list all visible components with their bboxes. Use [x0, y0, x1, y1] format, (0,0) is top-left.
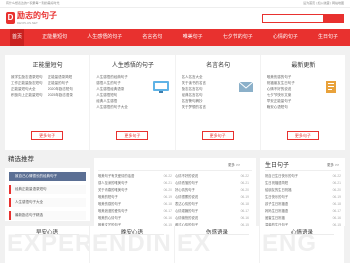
more-link[interactable]: 更多 >>: [327, 163, 339, 168]
logo-text[interactable]: 励志的句子: [17, 12, 57, 20]
card-latest: 最新更新 唯美伤感的句子 祝福朋友生日句子 心情不好的说说 七夕节快乐文案 早安…: [261, 55, 345, 150]
nav-item-quotes[interactable]: 名言名句: [140, 29, 164, 46]
birthday-link[interactable]: 闺蜜生日祝福 06-16: [265, 215, 341, 222]
divider: [185, 234, 249, 235]
card-life: 人生感悟的句子 人生感悟的经典句子 感悟人生的句子 人生感悟经典语录 人生感悟短…: [90, 55, 176, 150]
article-link[interactable]: 唯美的心情句子 06-16: [98, 215, 172, 222]
category-tile-sad[interactable]: EX 伤感语录: [175, 226, 260, 263]
category-tile-morning[interactable]: EXPERI 早安心语: [5, 226, 90, 263]
envelope-icon: [237, 80, 255, 94]
panel-header: 更多 >>: [98, 162, 252, 171]
birthday-link[interactable]: 生日祝福语简短 06-21: [265, 180, 341, 187]
article-link[interactable]: 表达心情的句子 06-18: [175, 201, 249, 208]
more-button[interactable]: 更多句子: [201, 131, 234, 140]
topbar-right-links[interactable]: 设为首页 | 加入收藏 | 网站地图: [303, 1, 344, 5]
card-title[interactable]: 人生感悟的句子: [96, 62, 169, 70]
logo-subtitle: DEVPLUS.NET: [17, 21, 38, 25]
card-link-list: 人生感悟的经典句子 感悟人生的句子 人生感悟经典语录 人生感悟短句 经典人生感悟…: [96, 74, 149, 110]
more-link[interactable]: 更多 >>: [228, 163, 240, 168]
article-link[interactable]: 心情很累的说说 06-19: [175, 194, 249, 201]
logo-icon[interactable]: D: [6, 12, 15, 24]
more-button[interactable]: 更多句子: [116, 131, 149, 140]
nav-item-home[interactable]: 首页: [10, 29, 25, 46]
recommend-item[interactable]: 经典正能量语录短句: [9, 185, 86, 194]
topbar-left-text: 有什么想表达的? 积累每一刻的美好时光: [6, 1, 60, 5]
card-link-list: 名人名言大全 关于读书的名言 励志名言名句 经典名言名句 名言警句摘抄 关于梦想…: [182, 74, 235, 110]
search-input[interactable]: [262, 14, 324, 23]
birthday-title[interactable]: 生日句子: [265, 160, 289, 169]
card-link[interactable]: 晚安心语短句: [267, 104, 320, 110]
birthday-link[interactable]: 生日快乐的句子 06-19: [265, 194, 341, 201]
card-title[interactable]: 名言名句: [182, 62, 255, 70]
article-link[interactable]: 唯美句子有关爱情的话语 06-22: [98, 173, 172, 180]
nav-item-beautiful[interactable]: 唯美句子: [181, 29, 205, 46]
card-title[interactable]: 正能量短句: [11, 62, 84, 70]
recommend-title: 精选推荐: [8, 156, 34, 163]
nav-item-mood[interactable]: 心情的句子: [271, 29, 300, 46]
recommend-item[interactable]: 人生感悟句子大全: [9, 198, 86, 207]
article-link[interactable]: 心情烦躁的句子 06-17: [175, 208, 249, 215]
article-column-right: 心情不好的说说 06-22 心情低落的句子 06-21 好心情的句子 06-20 心情…: [175, 173, 252, 229]
panel-header: 生日句子 更多 >>: [265, 162, 341, 171]
article-link[interactable]: 好心情的句子 06-20: [175, 187, 249, 194]
card-positive: 正能量短句 致学生励志语录短句 正能量语录简短 工作正能量励志短句 正能量的句子…: [5, 55, 91, 150]
category-tile-night[interactable]: ENDIN 晚安心语: [90, 226, 175, 263]
document-icon: [322, 80, 340, 94]
card-link[interactable]: 积极向上正能量短句: [11, 92, 48, 98]
recommend-item[interactable]: 最新励志句子精选: [9, 211, 86, 220]
birthday-link[interactable]: 孩子生日祝福语 06-18: [265, 201, 341, 208]
divider: [270, 234, 334, 235]
article-link[interactable]: 心情愉快的说说 06-16: [175, 215, 249, 222]
category-cards: 正能量短句 致学生励志语录短句 正能量语录简短 工作正能量励志短句 正能量的句子…: [5, 55, 345, 150]
recommend-list: 致自己心情很长的经典句子 经典正能量语录短句 人生感悟句子大全 最新励志句子精选: [5, 168, 90, 221]
article-list-panel: 更多 >> 唯美句子有关爱情的话语 06-22 感人至深的唯美句子 06-21 关于…: [94, 158, 256, 229]
article-link[interactable]: 唯美浪漫的爱情句子 06-17: [98, 208, 172, 215]
more-button[interactable]: 更多句子: [286, 131, 319, 140]
article-link[interactable]: 心情不好的说说 06-22: [175, 173, 249, 180]
category-tile-mood[interactable]: ENG 心情语录: [260, 226, 345, 263]
divider: [15, 234, 79, 235]
more-button[interactable]: 更多句子: [31, 131, 64, 140]
search-button[interactable]: [324, 14, 344, 23]
card-link[interactable]: 关于梦想的名言: [182, 104, 235, 110]
birthday-link[interactable]: 妈妈生日祝福语 06-17: [265, 208, 341, 215]
header: D 励志的句子 DEVPLUS.NET: [0, 8, 350, 29]
birthday-panel: 生日句子 更多 >> 祝自己生日快乐的句子 06-22 生日祝福语简短 06-21 …: [260, 158, 345, 227]
nav-item-positive[interactable]: 正能量短句: [40, 29, 69, 46]
nav-item-life[interactable]: 人生感悟的句子: [85, 29, 124, 46]
monitor-icon: [152, 80, 170, 94]
divider: [100, 234, 164, 235]
card-quotes: 名言名句 名人名言大全 关于读书的名言 励志名言名句 经典名言名句 名言警句摘抄…: [176, 55, 261, 150]
article-link[interactable]: 关于青春的唯美句子 06-20: [98, 187, 172, 194]
bottom-categories: EXPERI 早安心语 ENDIN 晚安心语 EX 伤感语录 ENG 心情语录: [5, 226, 345, 263]
article-link[interactable]: 唯美的短句子 06-19: [98, 194, 172, 201]
article-link[interactable]: 感人至深的唯美句子 06-21: [98, 180, 172, 187]
card-title[interactable]: 最新更新: [267, 62, 340, 70]
card-link[interactable]: 2025年励志语录: [48, 92, 85, 98]
nav-item-birthday[interactable]: 生日句子: [316, 29, 340, 46]
card-link-list: 唯美伤感的句子 祝福朋友生日句子 心情不好的说说 七夕节快乐文案 早安正能量句子…: [267, 74, 320, 110]
topbar: 有什么想表达的? 积累每一刻的美好时光 设为首页 | 加入收藏 | 网站地图: [0, 0, 350, 8]
article-link[interactable]: 唯美伤感的句子 06-18: [98, 201, 172, 208]
nav-item-qixi[interactable]: 七夕节的句子: [221, 29, 255, 46]
birthday-link[interactable]: 给朋友的生日祝福 06-20: [265, 187, 341, 194]
birthday-link[interactable]: 祝自己生日快乐的句子 06-22: [265, 173, 341, 180]
card-link[interactable]: 人生感悟的句子大全: [96, 104, 149, 110]
main-nav: 首页 正能量短句 人生感悟的句子 名言名句 唯美句子 七夕节的句子 心情的句子 …: [0, 29, 350, 46]
recommend-item[interactable]: 致自己心情很长的经典句子: [9, 172, 86, 181]
article-column-left: 唯美句子有关爱情的话语 06-22 感人至深的唯美句子 06-21 关于青春的唯美句…: [98, 173, 175, 229]
card-link-grid: 致学生励志语录短句 正能量语录简短 工作正能量励志短句 正能量的句子 正能量短句…: [11, 74, 84, 98]
article-link[interactable]: 心情低落的句子 06-21: [175, 180, 249, 187]
